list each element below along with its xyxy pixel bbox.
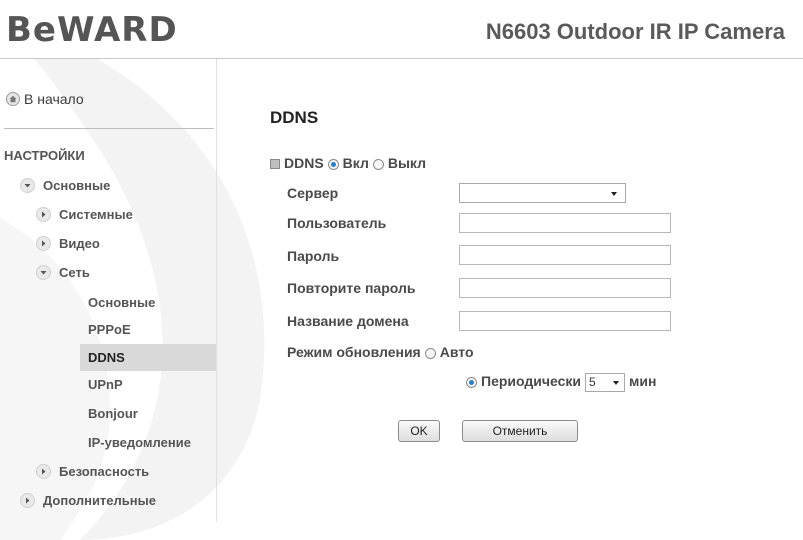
home-icon [6,92,20,106]
update-auto-label: Авто [439,344,474,360]
update-mode-label: Режим обновления [287,344,421,360]
interval-unit: мин [629,373,657,390]
user-label: Пользователь [287,215,387,231]
sidebar-divider [4,128,214,129]
update-mode-row: Режим обновления Авто [287,344,474,360]
sidebar-item-label: Дополнительные [43,492,156,508]
sidebar-item-security[interactable]: Безопасность [36,461,149,481]
sidebar-item-upnp[interactable]: UPnP [88,374,123,394]
sidebar-item-label: PPPoE [88,321,131,337]
sidebar-item-label: Основные [43,177,111,193]
password-repeat-label: Повторите пароль [287,280,416,296]
interval-select[interactable]: 5 [585,373,625,392]
header-divider [0,58,803,59]
ddns-off-radio[interactable] [372,158,384,170]
sidebar-item-network-basic[interactable]: Основные [88,292,155,312]
chevron-down-icon [20,177,35,193]
sidebar-item-ddns[interactable]: DDNS [80,344,216,371]
server-label: Сервер [287,185,339,201]
update-periodic-radio[interactable] [466,377,477,388]
server-select[interactable] [459,183,626,203]
dropdown-arrow-icon [611,192,617,196]
password-input[interactable] [459,245,671,265]
ok-button[interactable]: OK [398,420,440,442]
interval-value: 5 [589,375,596,389]
sidebar-border [216,59,217,522]
sidebar-item-advanced[interactable]: Дополнительные [20,490,156,510]
password-repeat-input[interactable] [459,278,671,298]
bullet-square-icon [270,159,280,170]
sidebar-item-basic[interactable]: Основные [20,175,110,195]
update-auto-radio[interactable] [424,347,436,359]
ddns-off-label: Выкл [387,155,426,171]
sidebar-item-video[interactable]: Видео [36,233,100,253]
sidebar-item-label: DDNS [88,350,125,365]
header: BeWARD N6603 Outdoor IR IP Camera [0,0,803,58]
chevron-right-icon [36,463,51,479]
settings-section-title: НАСТРОЙКИ [4,148,85,163]
brand-logo: BeWARD [6,10,178,50]
sidebar-item-label: Безопасность [59,463,150,479]
sidebar-item-label: UPnP [88,376,123,392]
camera-model-title: N6603 Outdoor IR IP Camera [485,19,785,44]
sidebar-item-system[interactable]: Системные [36,204,133,224]
sidebar-item-label: Bonjour [88,405,138,421]
domain-label: Название домена [287,313,409,329]
sidebar-item-label: Системные [59,206,133,222]
sidebar-item-network[interactable]: Сеть [36,262,90,282]
sidebar-item-bonjour[interactable]: Bonjour [88,403,138,423]
home-label: В начало [24,91,84,107]
update-periodic-label: Периодически [481,373,581,390]
chevron-right-icon [36,206,51,222]
sidebar-item-pppoe[interactable]: PPPoE [88,319,131,339]
sidebar-item-label: IP-уведомление [88,434,191,450]
user-input[interactable] [459,213,671,233]
cancel-button[interactable]: Отменить [462,420,578,442]
password-label: Пароль [287,248,340,264]
ddns-label: DDNS [284,155,324,171]
sidebar-item-ip-notification[interactable]: IP-уведомление [88,432,191,452]
chevron-down-icon [36,264,51,280]
chevron-right-icon [36,235,51,251]
home-link[interactable]: В начало [6,91,84,107]
domain-input[interactable] [459,311,671,331]
page-title: DDNS [270,108,319,127]
dropdown-arrow-icon [613,381,619,385]
ddns-toggle-row: DDNS Вкл Выкл [270,155,426,171]
sidebar-item-label: Основные [88,294,156,310]
update-periodic-row: Периодически 5 мин [462,373,656,392]
sidebar-item-label: Видео [59,235,100,251]
sidebar-item-label: Сеть [59,264,90,280]
ddns-on-radio[interactable] [327,158,339,170]
chevron-right-icon [20,492,35,508]
ddns-on-label: Вкл [342,155,369,171]
